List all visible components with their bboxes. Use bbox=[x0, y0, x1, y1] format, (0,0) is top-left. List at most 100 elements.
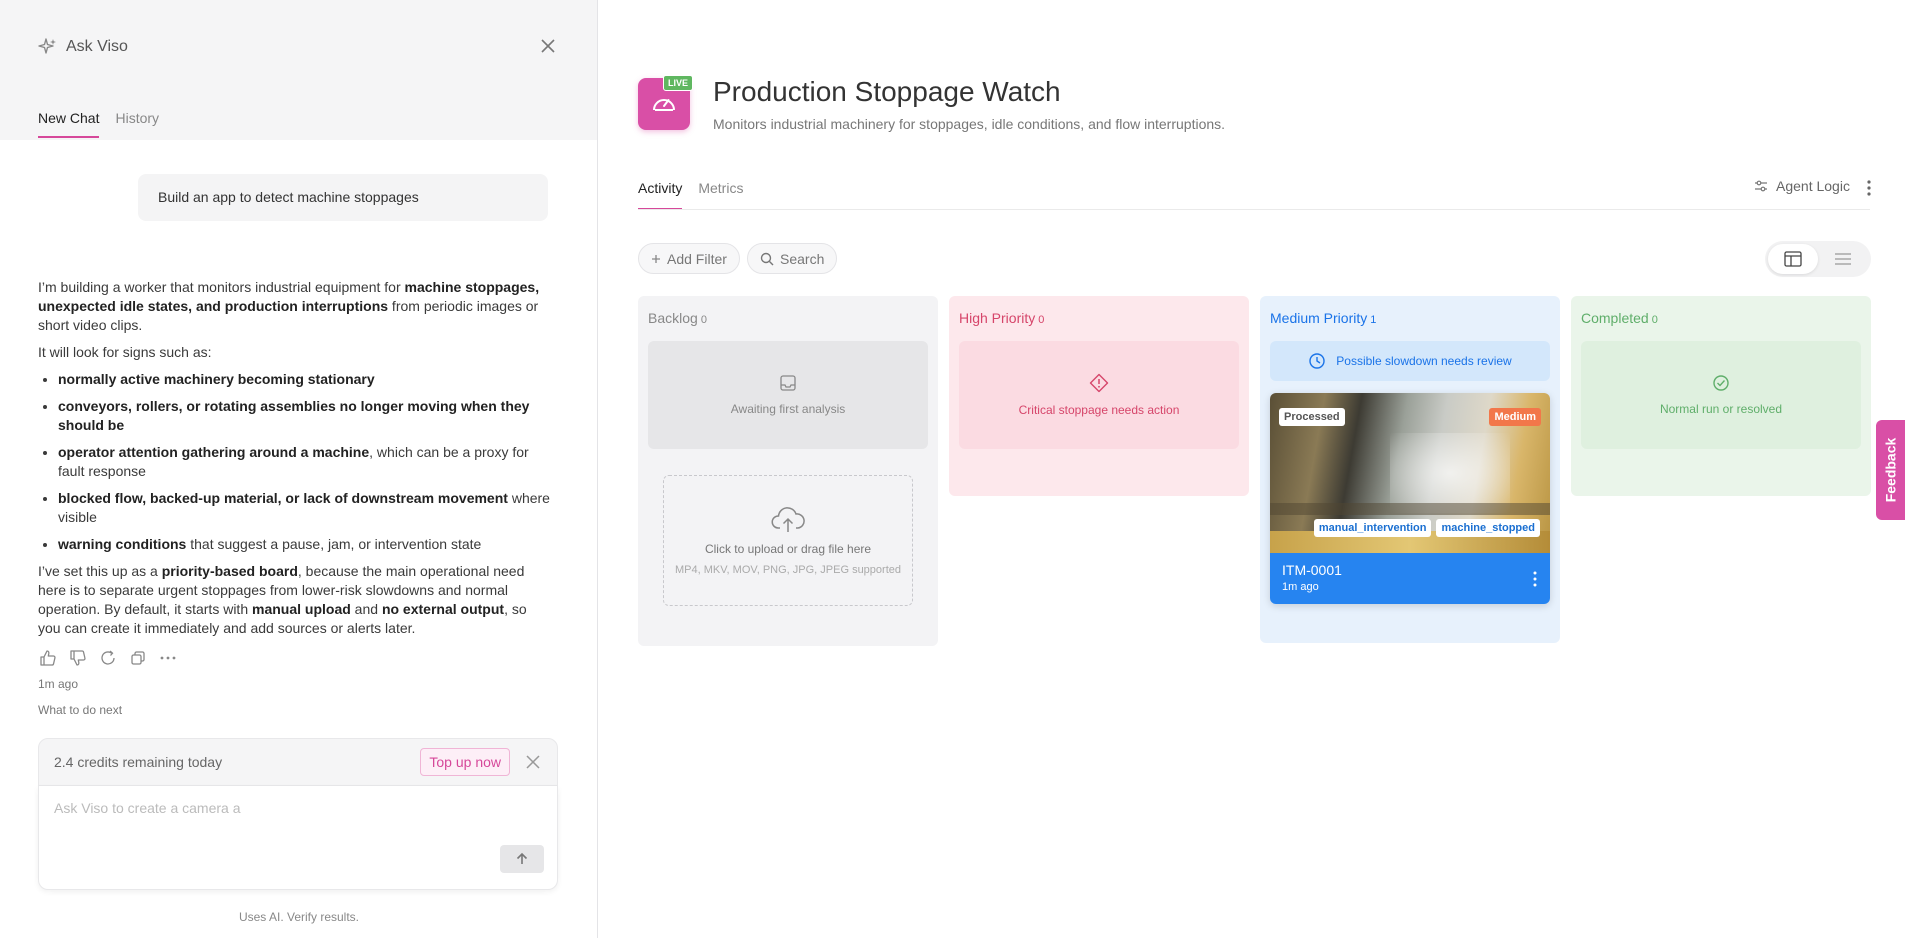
assistant-reply: I’m building a worker that monitors indu… bbox=[38, 278, 552, 646]
top-up-button[interactable]: Top up now bbox=[420, 748, 510, 776]
thumbnail-glare bbox=[1390, 433, 1510, 513]
column-high-priority: High Priority 0 Critical stoppage needs a… bbox=[949, 296, 1249, 496]
tab-new-chat[interactable]: New Chat bbox=[38, 110, 100, 138]
live-badge: LIVE bbox=[663, 75, 694, 91]
board-layout-icon bbox=[1784, 251, 1802, 267]
upload-formats: MP4, MKV, MOV, PNG, JPG, JPEG supported bbox=[675, 563, 901, 576]
view-toggle bbox=[1765, 241, 1871, 277]
page-title: Production Stoppage Watch bbox=[713, 76, 1061, 107]
reply-list: normally active machinery becoming stati… bbox=[38, 370, 552, 554]
list-item-bold: blocked flow, backed-up material, or lac… bbox=[58, 490, 508, 506]
column-completed: Completed 0 Normal run or resolved bbox=[1571, 296, 1871, 496]
feedback-label: Feedback bbox=[1882, 437, 1899, 503]
reply-bold: no external output bbox=[381, 601, 505, 617]
chat-composer bbox=[38, 786, 558, 890]
list-icon bbox=[1835, 253, 1851, 265]
review-state-text: Possible slowdown needs review bbox=[1336, 354, 1512, 368]
thumbs-down-icon[interactable] bbox=[68, 648, 88, 668]
tab-metrics[interactable]: Metrics bbox=[698, 180, 743, 210]
alert-diamond-icon bbox=[1089, 373, 1109, 393]
list-item: conveyors, rollers, or rotating assembli… bbox=[58, 397, 552, 435]
card-time: 1m ago bbox=[1282, 581, 1319, 593]
search-button[interactable]: Search bbox=[747, 243, 838, 274]
check-circle-icon bbox=[1713, 375, 1729, 391]
refresh-icon[interactable] bbox=[98, 648, 118, 668]
close-icon[interactable] bbox=[524, 753, 542, 771]
sliders-icon bbox=[1755, 180, 1767, 192]
reply-bold: priority-based board bbox=[161, 563, 298, 579]
page-subtitle: Monitors industrial machinery for stoppa… bbox=[713, 116, 1226, 132]
column-title-text: Backlog bbox=[648, 310, 698, 326]
empty-state: Critical stoppage needs action bbox=[959, 341, 1239, 449]
card-thumbnail: Processed Medium manual_intervention mac… bbox=[1270, 393, 1550, 553]
agent-logic-button[interactable]: Agent Logic bbox=[1754, 178, 1850, 194]
column-title-text: Medium Priority bbox=[1270, 310, 1368, 326]
list-item-bold: operator attention gathering around a ma… bbox=[58, 444, 370, 460]
reply-text: I’m building a worker that monitors indu… bbox=[38, 279, 405, 295]
column-title: High Priority 0 bbox=[959, 310, 1044, 326]
column-medium-priority: Medium Priority 1 Possible slowdown needs… bbox=[1260, 296, 1560, 643]
thumbs-up-icon[interactable] bbox=[38, 648, 58, 668]
more-vertical-icon[interactable] bbox=[1862, 178, 1876, 198]
list-view-button[interactable] bbox=[1818, 244, 1868, 274]
card-id: ITM-0001 bbox=[1282, 562, 1342, 578]
chat-panel: Ask Viso New Chat History Build an app t… bbox=[0, 0, 598, 938]
copy-icon[interactable] bbox=[128, 648, 148, 668]
arrow-up-icon bbox=[516, 852, 528, 864]
more-vertical-icon[interactable] bbox=[1532, 570, 1538, 588]
reply-bold: manual upload bbox=[252, 601, 351, 617]
inbox-icon bbox=[780, 375, 796, 391]
tag: machine_stopped bbox=[1436, 519, 1540, 537]
column-count: 0 bbox=[1038, 314, 1045, 326]
chat-title: Ask Viso bbox=[38, 37, 128, 57]
chat-tabs: New Chat History bbox=[38, 110, 159, 138]
upload-title: Click to upload or drag file here bbox=[704, 541, 872, 556]
empty-state: Awaiting first analysis bbox=[648, 341, 928, 449]
ai-disclaimer: Uses AI. Verify results. bbox=[238, 910, 360, 924]
chat-header: Ask Viso New Chat History bbox=[0, 0, 597, 140]
tab-activity[interactable]: Activity bbox=[638, 180, 683, 210]
reply-text: and bbox=[350, 601, 382, 617]
list-item-bold: normally active machinery becoming stati… bbox=[58, 371, 375, 387]
clock-icon bbox=[1309, 353, 1325, 369]
board-view-button[interactable] bbox=[1768, 244, 1818, 274]
column-count: 1 bbox=[1370, 314, 1377, 326]
empty-state-text: Awaiting first analysis bbox=[730, 402, 846, 416]
reply-paragraph: I’m building a worker that monitors indu… bbox=[38, 278, 552, 335]
list-item: normally active machinery becoming stati… bbox=[58, 370, 552, 389]
reply-paragraph: It will look for signs such as: bbox=[38, 344, 212, 360]
reply-text: I’ve set this up as a bbox=[38, 563, 162, 579]
empty-state-text: Critical stoppage needs action bbox=[1018, 403, 1180, 417]
chat-input[interactable] bbox=[54, 800, 514, 816]
next-steps-label: What to do next bbox=[38, 703, 123, 717]
search-icon bbox=[760, 252, 774, 265]
message-actions bbox=[38, 648, 178, 668]
credits-banner: 2.4 credits remaining today Top up now bbox=[38, 738, 558, 786]
credits-text: 2.4 credits remaining today bbox=[54, 754, 223, 770]
message-timestamp: 1m ago bbox=[38, 677, 79, 691]
add-filter-label: Add Filter bbox=[667, 250, 727, 267]
upload-dropzone[interactable]: Click to upload or drag file here MP4, M… bbox=[663, 475, 913, 606]
feedback-tab[interactable]: Feedback bbox=[1876, 420, 1905, 520]
main-tabs: Activity Metrics bbox=[638, 180, 743, 210]
column-title: Medium Priority 1 bbox=[1270, 310, 1376, 326]
item-card[interactable]: Processed Medium manual_intervention mac… bbox=[1270, 393, 1550, 604]
agent-logic-label: Agent Logic bbox=[1776, 178, 1850, 194]
gauge-icon bbox=[653, 99, 675, 111]
close-icon[interactable] bbox=[538, 36, 558, 56]
tab-history[interactable]: History bbox=[115, 110, 159, 138]
status-badge: Processed bbox=[1279, 408, 1345, 426]
add-filter-button[interactable]: Add Filter bbox=[638, 243, 740, 274]
tag: manual_intervention bbox=[1313, 519, 1432, 537]
empty-state-text: Normal run or resolved bbox=[1659, 402, 1783, 416]
chat-title-text: Ask Viso bbox=[66, 38, 128, 55]
more-horizontal-icon[interactable] bbox=[158, 648, 178, 668]
column-count: 0 bbox=[700, 314, 707, 326]
send-button[interactable] bbox=[500, 845, 544, 873]
list-item-text: that suggest a pause, jam, or interventi… bbox=[186, 536, 482, 552]
list-item-bold: warning conditions bbox=[58, 536, 187, 552]
column-count: 0 bbox=[1651, 314, 1658, 326]
card-tags: manual_intervention machine_stopped bbox=[1313, 519, 1540, 537]
thumbnail-rail bbox=[1270, 503, 1550, 515]
column-title: Backlog 0 bbox=[648, 310, 707, 326]
